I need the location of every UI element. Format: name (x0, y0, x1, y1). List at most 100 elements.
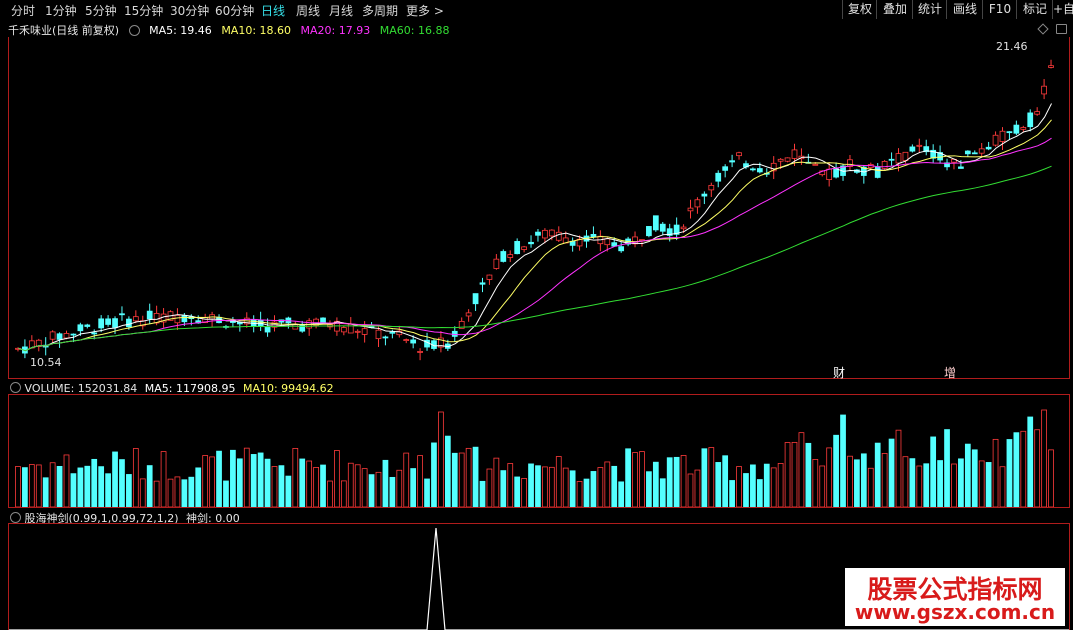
volume-bar (784, 442, 791, 507)
candle (722, 166, 729, 171)
volume-bar (139, 478, 146, 507)
volume-bar (847, 455, 853, 507)
volume-bar (465, 447, 472, 507)
volume-bar (902, 456, 909, 507)
tab-1min[interactable]: 1分钟 (45, 2, 77, 19)
tab-60min[interactable]: 60分钟 (215, 2, 254, 19)
candle (465, 312, 472, 317)
candle (500, 251, 507, 262)
candle (881, 160, 888, 169)
volume-bar (708, 447, 715, 507)
candle (507, 254, 514, 258)
tab-intraday[interactable]: 分时 (11, 2, 35, 19)
volume-bar (299, 458, 306, 507)
candle (472, 293, 479, 305)
finance-marker[interactable]: 财 (833, 364, 845, 381)
stats-button[interactable]: 统计 (912, 0, 947, 19)
volume-bars (15, 409, 1054, 507)
candle (56, 333, 63, 340)
candle (1006, 131, 1013, 134)
candle (756, 168, 763, 173)
volume-bar (223, 480, 229, 507)
candle (874, 166, 881, 178)
tab-weekly[interactable]: 周线 (296, 2, 320, 19)
tab-15min[interactable]: 15分钟 (124, 2, 163, 19)
volume-bar (167, 478, 174, 507)
candle (382, 336, 389, 339)
volume-bar (694, 469, 701, 507)
volume-bar (181, 479, 188, 507)
candle (888, 158, 895, 161)
candle (687, 207, 694, 212)
window-icon[interactable] (1056, 24, 1067, 34)
custom-button[interactable]: +自 (1052, 0, 1073, 19)
f10-button[interactable]: F10 (982, 0, 1017, 19)
candle (493, 258, 500, 269)
candle (985, 146, 992, 150)
volume-bar (195, 467, 202, 507)
candle (181, 314, 188, 323)
chevron-down-icon[interactable] (10, 382, 21, 393)
candle (320, 317, 326, 324)
mark-button[interactable]: 标记 (1016, 0, 1053, 19)
candle (535, 231, 541, 236)
volume-bar (132, 448, 139, 507)
candle (604, 238, 611, 246)
draw-button[interactable]: 画线 (946, 0, 983, 19)
volume-bar (126, 474, 132, 507)
candle (174, 314, 181, 324)
volume-bar (403, 452, 410, 507)
candle (63, 333, 70, 339)
candle (555, 231, 562, 241)
volume-bar (174, 476, 181, 507)
adjust-button[interactable]: 复权 (842, 0, 877, 19)
tab-multi-period[interactable]: 多周期 (362, 2, 398, 19)
tab-more[interactable]: 更多 > (406, 2, 444, 19)
ma10-label: MA10: 18.60 (221, 24, 292, 37)
chevron-down-icon[interactable] (10, 512, 21, 523)
volume-bar (306, 460, 313, 507)
candle (410, 339, 417, 344)
volume-bar (625, 448, 631, 507)
candle (971, 152, 978, 155)
candle (833, 168, 839, 178)
tab-5min[interactable]: 5分钟 (85, 2, 117, 19)
ma20-label: MA20: 17.93 (300, 24, 371, 37)
increase-marker[interactable]: 增 (944, 364, 956, 381)
candle (978, 148, 985, 154)
candle (784, 157, 791, 162)
volume-bar (583, 478, 590, 507)
candle (98, 318, 105, 329)
tab-daily[interactable]: 日线 (261, 2, 285, 19)
candle (354, 330, 361, 333)
volume-bar (812, 459, 819, 507)
volume-bar (327, 480, 333, 507)
tab-30min[interactable]: 30分钟 (170, 2, 209, 19)
tab-monthly[interactable]: 月线 (329, 2, 353, 19)
candle (826, 168, 833, 180)
ma5-line (18, 103, 1052, 352)
volume-bar (874, 442, 881, 507)
volume-bar (1048, 449, 1054, 507)
volume-bar (91, 458, 98, 507)
diamond-icon[interactable] (1037, 23, 1049, 35)
volume-bar (375, 471, 382, 507)
volume-bar (895, 429, 902, 507)
candle (999, 130, 1006, 142)
volume-bar (368, 474, 375, 507)
candle (542, 229, 548, 239)
volume-chart-panel[interactable] (8, 394, 1070, 508)
overlay-button[interactable]: 叠加 (876, 0, 913, 19)
candle (916, 144, 923, 147)
candle (909, 146, 916, 152)
chevron-down-icon[interactable] (128, 25, 140, 36)
volume-bar (209, 456, 215, 507)
volume-bar (805, 442, 812, 507)
price-chart-panel[interactable] (8, 37, 1070, 379)
volume-bar (271, 466, 278, 507)
volume-bar (576, 481, 583, 507)
candle (375, 329, 382, 340)
volume-bar (424, 478, 430, 507)
volume-bar (70, 473, 77, 507)
volume-bar (770, 467, 777, 507)
